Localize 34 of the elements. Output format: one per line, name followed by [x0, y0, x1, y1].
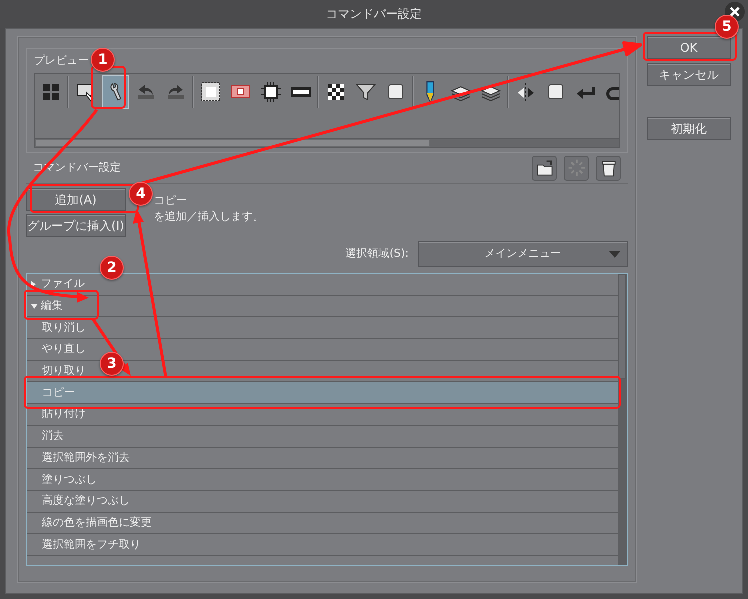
pencil-icon	[426, 81, 435, 103]
vertical-scrollbar[interactable]	[618, 274, 627, 565]
trash-button[interactable]	[596, 156, 621, 180]
tree-item[interactable]: 選択範囲をフチ取り	[27, 534, 618, 556]
selection-area-dropdown[interactable]: メインメニュー	[418, 241, 628, 267]
highlight-frame	[91, 66, 126, 109]
tree-item[interactable]: 消去	[27, 426, 618, 448]
folder-icon	[534, 158, 554, 178]
tree-item[interactable]: 塗りつぶし	[27, 469, 618, 491]
tree-item[interactable]: 取り消し	[27, 317, 618, 340]
folder-button[interactable]	[532, 156, 557, 180]
horizontal-scrollbar[interactable]	[35, 138, 619, 147]
tree-item[interactable]: 線の色を描画色に変更	[27, 512, 618, 534]
preview-label: プレビュー	[34, 54, 89, 67]
collapsed-triangle-icon[interactable]	[31, 280, 36, 288]
insert-group-button[interactable]: グループに挿入(I)	[26, 214, 126, 237]
selection-area-label: 選択領域(S):	[346, 246, 409, 262]
tree-item[interactable]: 編集	[27, 296, 618, 318]
annotation-arrow	[92, 318, 131, 376]
selection-icon	[200, 81, 222, 103]
tree-item[interactable]: 高度な塗りつぶし	[27, 490, 618, 513]
sparkle-icon	[566, 158, 586, 178]
close-icon	[730, 7, 740, 17]
reset-button[interactable]: 初期化	[647, 117, 731, 140]
add-button[interactable]: 追加(A)	[26, 188, 126, 211]
tree-item[interactable]: 選択範囲外を消去	[27, 448, 618, 470]
window-title: コマンドバー設定	[326, 6, 422, 23]
cancel-button[interactable]: キャンセル	[647, 63, 731, 86]
description-text: コピー	[154, 193, 188, 209]
caret-icon	[609, 251, 621, 258]
description-text: を追加／挿入します。	[154, 209, 264, 225]
ok-button[interactable]: OK	[647, 36, 731, 59]
expanded-triangle-icon[interactable]	[31, 304, 38, 309]
tree-item[interactable]: コピー	[27, 382, 618, 404]
